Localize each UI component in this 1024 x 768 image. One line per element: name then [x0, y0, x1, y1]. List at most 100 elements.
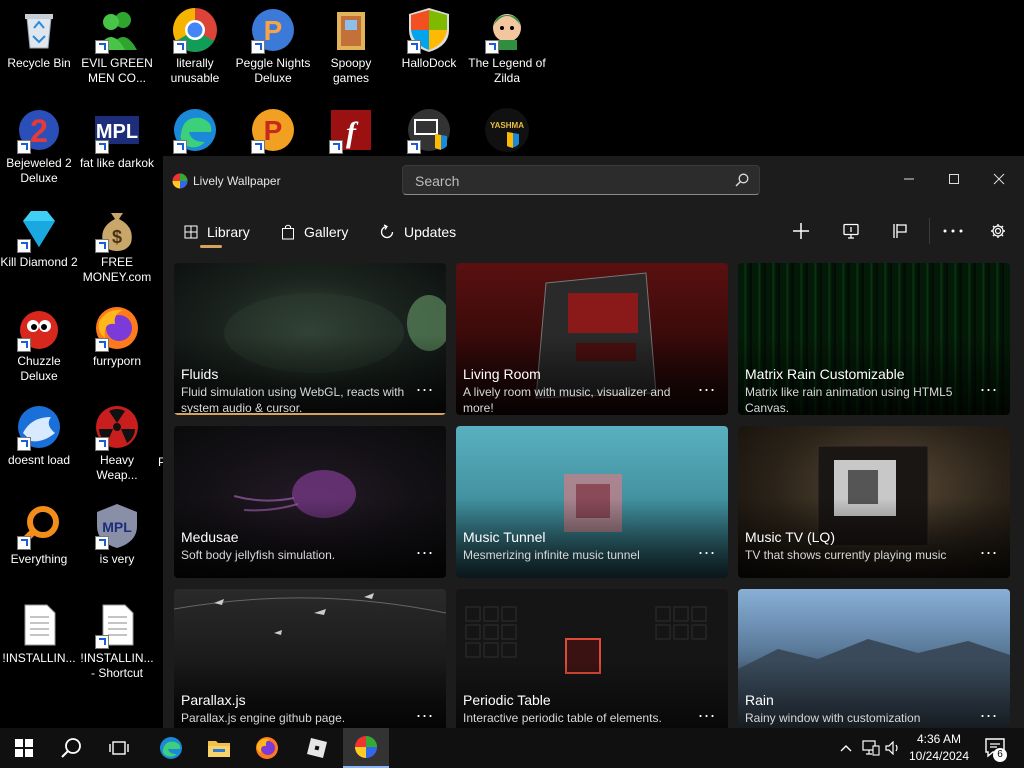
wallpaper-more-button[interactable]: ...	[416, 538, 434, 559]
wallpaper-card-music-tunnel[interactable]: Music Tunnel Mesmerizing infinite music …	[456, 426, 728, 578]
desktop-icon-fat-like-darkok[interactable]: MPL fat like darkok	[78, 106, 156, 171]
search-icon[interactable]	[735, 173, 749, 187]
close-button[interactable]	[984, 164, 1014, 194]
maximize-button[interactable]	[939, 164, 969, 194]
wallpaper-card-periodic-table[interactable]: Periodic Table Interactive periodic tabl…	[456, 589, 728, 730]
show-hidden-icons-button[interactable]	[834, 728, 858, 768]
pause-wallpaper-button[interactable]	[885, 216, 915, 246]
desktop-icon-literally-unusable[interactable]: literally unusable	[156, 6, 234, 86]
wallpaper-more-button[interactable]: ...	[698, 538, 716, 559]
taskbar-firefox[interactable]	[244, 728, 290, 768]
title-bar[interactable]: Lively Wallpaper	[163, 156, 1024, 204]
start-button[interactable]	[1, 728, 47, 768]
task-view-button[interactable]	[96, 728, 142, 768]
desktop-icon-label: literally unusable	[170, 56, 220, 85]
desktop-icon-everything[interactable]: Everything	[0, 502, 78, 567]
desktop-icon-free-money[interactable]: $ FREE MONEY.com	[78, 205, 156, 285]
desktop-icon-label: fat like darkok	[79, 156, 155, 170]
desktop-icon-chuzzle[interactable]: Chuzzle Deluxe	[0, 304, 78, 384]
desktop-icon-installing[interactable]: !INSTALLIN...	[0, 601, 78, 666]
desktop-icon-doesnt-load[interactable]: doesnt load	[0, 403, 78, 468]
wallpaper-more-button[interactable]: ...	[698, 701, 716, 722]
add-wallpaper-button[interactable]	[786, 216, 816, 246]
more-options-button[interactable]	[938, 216, 968, 246]
tab-library[interactable]: Library	[184, 220, 250, 244]
screen-control-button[interactable]	[836, 216, 866, 246]
desktop-icon-evil-green-men[interactable]: EVIL GREEN MEN CO...	[78, 6, 156, 86]
desktop-icon-bejeweled[interactable]: 2 Bejeweled 2 Deluxe	[0, 106, 78, 186]
desktop-icon-label: is very	[99, 552, 135, 566]
shortcut-arrow-icon	[329, 140, 343, 154]
wallpaper-card-living-room[interactable]: Living Room A lively room with music, vi…	[456, 263, 728, 415]
taskbar-lively-wallpaper[interactable]	[343, 728, 389, 768]
search-box[interactable]	[402, 165, 760, 195]
wallpaper-description: Matrix like rain animation using HTML5 C…	[745, 385, 953, 415]
desktop-icon-peggle[interactable]: P	[234, 106, 312, 156]
desktop-icon-label: Chuzzle Deluxe	[17, 354, 61, 383]
clock[interactable]: 4:36 AM 10/24/2024	[900, 731, 978, 765]
desktop-icon-hallodock[interactable]: HalloDock	[390, 6, 468, 71]
bag-icon	[282, 224, 294, 240]
desktop-icon-spoopy-games[interactable]: Spoopy games	[312, 6, 390, 86]
minimize-button[interactable]	[894, 164, 924, 194]
lively-logo-icon	[355, 736, 377, 758]
desktop-icon-is-very[interactable]: MPL is very	[78, 502, 156, 567]
desktop-icon-furryporn[interactable]: furryporn	[78, 304, 156, 369]
shortcut-arrow-icon	[173, 40, 187, 54]
desktop-icon-installing-shortcut[interactable]: !INSTALLIN... - Shortcut	[78, 601, 156, 681]
search-icon	[61, 738, 81, 758]
flag-icon	[893, 224, 907, 238]
wallpaper-card-parallax[interactable]: Parallax.js Parallax.js engine github pa…	[174, 589, 446, 730]
firefox-icon	[256, 737, 278, 759]
desktop-icon-kill-diamond[interactable]: Kill Diamond 2	[0, 205, 78, 270]
wallpaper-title: Fluids	[181, 366, 219, 382]
plus-icon	[793, 223, 809, 239]
shortcut-arrow-icon	[95, 239, 109, 253]
tab-gallery[interactable]: Gallery	[281, 220, 348, 244]
wallpaper-description: Parallax.js engine github page.	[181, 711, 346, 725]
gear-icon	[991, 224, 1005, 238]
desktop-icon-recycle-bin[interactable]: Recycle Bin	[0, 6, 78, 71]
desktop-icon-flash[interactable]: f	[312, 106, 390, 156]
search-input[interactable]	[413, 172, 717, 190]
wallpaper-more-button[interactable]: ...	[980, 538, 998, 559]
wallpaper-more-button[interactable]: ...	[698, 375, 716, 396]
shortcut-arrow-icon	[95, 40, 109, 54]
more-icon	[943, 229, 963, 233]
desktop-icon-edge[interactable]	[156, 106, 234, 156]
shortcut-arrow-icon	[95, 536, 109, 550]
clock-time: 4:36 AM	[916, 732, 962, 746]
wallpaper-description: A lively room with music, visualizer and…	[463, 385, 671, 415]
wallpaper-card-rain[interactable]: Rain Rainy window with customization ...	[738, 589, 1010, 730]
wallpaper-card-fluids[interactable]: Fluids Fluid simulation using WebGL, rea…	[174, 263, 446, 415]
shortcut-arrow-icon	[407, 40, 421, 54]
taskbar-file-explorer[interactable]	[196, 728, 242, 768]
network-icon	[862, 740, 880, 756]
desktop-icon-heavy-weapon[interactable]: Heavy Weap...	[78, 403, 156, 483]
wallpaper-card-music-tv[interactable]: Music TV (LQ) TV that shows currently pl…	[738, 426, 1010, 578]
svg-text:2: 2	[30, 113, 48, 149]
shortcut-arrow-icon	[17, 239, 31, 253]
desktop-icon-yashma[interactable]: YASHMA	[468, 106, 546, 156]
settings-button[interactable]	[983, 216, 1013, 246]
wallpaper-more-button[interactable]: ...	[980, 701, 998, 722]
desktop-icon-legend-of-zilda[interactable]: The Legend of Zilda	[468, 6, 546, 86]
network-button[interactable]	[858, 728, 884, 768]
edge-icon	[160, 737, 182, 759]
tab-updates[interactable]: Updates	[379, 220, 456, 244]
taskbar-search-button[interactable]	[48, 728, 94, 768]
toolbar-separator	[929, 218, 930, 244]
wallpaper-more-button[interactable]: ...	[416, 375, 434, 396]
shortcut-arrow-icon	[17, 338, 31, 352]
taskbar-edge[interactable]	[148, 728, 194, 768]
desktop-icon-peggle-nights[interactable]: P Peggle Nights Deluxe	[234, 6, 312, 86]
desktop-icon-label: Everything	[10, 552, 68, 566]
taskbar-roblox[interactable]	[294, 728, 340, 768]
desktop-icon-admin-tool[interactable]	[390, 106, 468, 156]
wallpaper-more-button[interactable]: ...	[980, 375, 998, 396]
wallpaper-card-medusae[interactable]: Medusae Soft body jellyfish simulation. …	[174, 426, 446, 578]
wallpaper-more-button[interactable]: ...	[416, 701, 434, 722]
maximize-icon	[949, 174, 959, 184]
wallpaper-card-matrix-rain[interactable]: Matrix Rain Customizable Matrix like rai…	[738, 263, 1010, 415]
refresh-icon	[380, 224, 394, 239]
